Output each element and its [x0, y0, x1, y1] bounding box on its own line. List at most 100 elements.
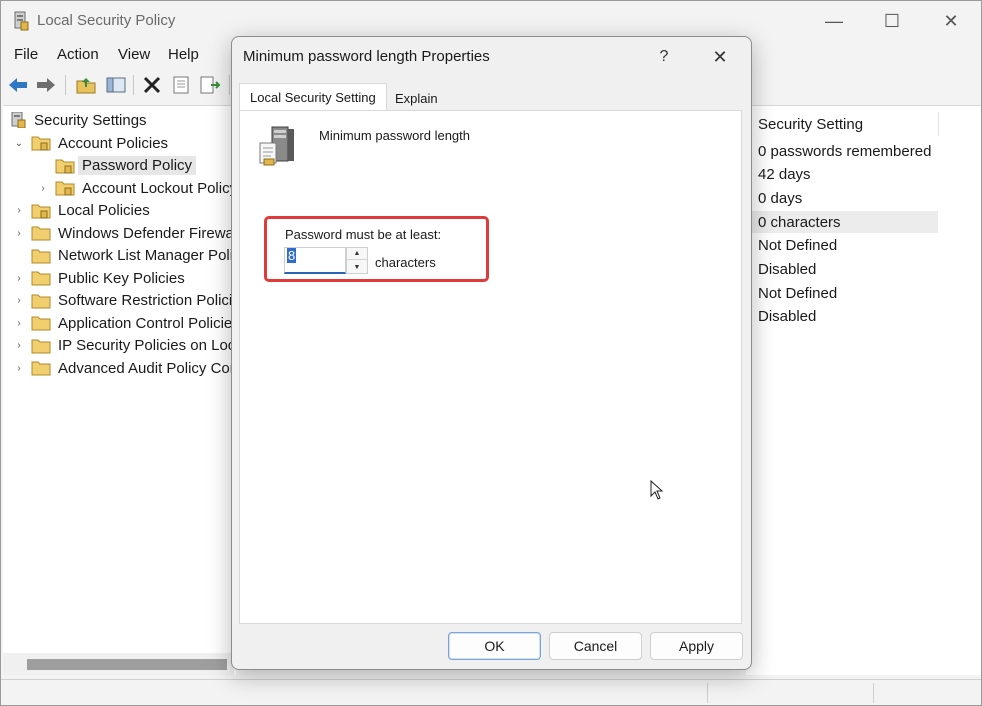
column-separator[interactable] [938, 112, 939, 136]
folder-icon [31, 226, 51, 241]
close-button[interactable]: ✕ [922, 1, 980, 41]
folder-icon [31, 271, 51, 286]
delete-icon[interactable] [141, 75, 163, 95]
setting-value-row[interactable]: Not Defined [746, 235, 938, 257]
spin-up-button[interactable]: ▲ [347, 248, 367, 260]
policy-name: Minimum password length [319, 128, 471, 143]
setting-value-row[interactable]: 0 passwords remembered [746, 140, 938, 162]
folder-icon [55, 159, 75, 173]
password-length-input[interactable]: 8 [284, 247, 346, 274]
tree-label: Account Policies [58, 134, 169, 152]
expand-chevron-icon[interactable]: › [13, 335, 25, 357]
spin-buttons: ▲ ▼ [346, 247, 368, 274]
scrollbar-thumb[interactable] [27, 659, 227, 670]
status-bar [1, 679, 981, 705]
tree-item[interactable]: › Windows Defender Firewall [13, 222, 236, 244]
tree-label: IP Security Policies on Local [58, 337, 236, 354]
horizontal-scrollbar[interactable] [3, 653, 234, 675]
maximize-button[interactable]: ☐ [863, 1, 921, 41]
folder-icon [31, 204, 51, 218]
toolbar-separator [133, 75, 134, 95]
setting-value-row[interactable]: Disabled [746, 259, 938, 281]
expand-chevron-icon[interactable]: › [13, 357, 25, 379]
status-divider [873, 683, 874, 703]
window-title: Local Security Policy [37, 12, 176, 29]
help-button[interactable]: ? [646, 43, 682, 71]
tree-item[interactable]: › Software Restriction Policie [13, 290, 236, 312]
tab-local-security-setting[interactable]: Local Security Setting [239, 83, 387, 111]
tree-label: Password Policy [78, 156, 197, 175]
folder-icon [31, 294, 51, 308]
minimize-button[interactable]: — [805, 1, 863, 41]
security-settings-icon [11, 112, 26, 128]
cancel-button[interactable]: Cancel [549, 632, 642, 660]
menu-action[interactable]: Action [57, 46, 99, 63]
expand-chevron-icon[interactable] [37, 155, 49, 177]
menu-file[interactable]: File [14, 46, 38, 63]
tree-item[interactable]: › Local Policies [13, 200, 236, 222]
folder-icon [55, 181, 75, 196]
forward-arrow-icon[interactable] [35, 75, 57, 95]
tree-item[interactable]: Network List Manager Polic [13, 245, 236, 267]
folder-icon [31, 361, 51, 376]
tree-label: Public Key Policies [58, 269, 185, 287]
export-list-icon[interactable] [199, 75, 221, 95]
unit-label: characters [375, 255, 436, 270]
tree-pane: Security Settings ⌄ Account Policies Passw… [3, 105, 236, 675]
setting-value-row[interactable]: 0 days [746, 187, 938, 209]
tree-label: Security Settings [34, 111, 147, 129]
spin-down-button[interactable]: ▼ [347, 261, 367, 273]
tree-item[interactable]: ⌄ Account Policies [13, 132, 236, 154]
expand-chevron-icon[interactable]: ⌄ [13, 132, 25, 154]
menu-view[interactable]: View [118, 46, 150, 63]
tree-label: Software Restriction Policie [58, 292, 236, 309]
apply-button[interactable]: Apply [650, 632, 743, 660]
toolbar-separator [229, 75, 230, 95]
toolbar-separator [65, 75, 66, 95]
setting-value-row[interactable]: Disabled [746, 306, 938, 328]
status-divider [707, 683, 708, 703]
column-header-security-setting[interactable]: Security Setting [758, 116, 863, 133]
tree-item[interactable]: Password Policy [13, 155, 236, 177]
setting-value-row[interactable]: 42 days [746, 164, 938, 186]
server-policy-icon [259, 126, 294, 166]
tree-label: Account Lockout Policy [82, 179, 236, 197]
expand-chevron-icon[interactable]: › [13, 267, 25, 289]
expand-chevron-icon[interactable] [13, 245, 25, 267]
title-bar: Local Security Policy — ☐ ✕ [1, 1, 981, 41]
tree-root[interactable]: Security Settings [9, 109, 229, 131]
expand-chevron-icon[interactable]: › [13, 312, 25, 334]
expand-chevron-icon[interactable]: › [37, 177, 49, 199]
tree-label: Windows Defender Firewall [58, 224, 236, 242]
dialog-title: Minimum password length Properties [243, 48, 490, 65]
tree-label: Local Policies [58, 202, 150, 219]
expand-chevron-icon[interactable]: › [13, 290, 25, 312]
ok-button[interactable]: OK [448, 632, 541, 660]
tree-label: Advanced Audit Policy Con [58, 359, 236, 377]
input-value: 8 [287, 248, 297, 263]
setting-value-row[interactable]: 0 characters [746, 211, 938, 234]
properties-dialog: Minimum password length Properties ? ✕ L… [231, 36, 752, 670]
show-hide-tree-icon[interactable] [105, 75, 127, 95]
setting-value-row[interactable]: Not Defined [746, 282, 938, 304]
menu-help[interactable]: Help [168, 46, 199, 63]
tree-label: Application Control Policies [58, 314, 236, 332]
tree-item[interactable]: › Advanced Audit Policy Con [13, 357, 236, 379]
tree-item[interactable]: › Application Control Policies [13, 312, 236, 334]
folder-icon [31, 136, 51, 151]
expand-chevron-icon[interactable]: › [13, 200, 25, 222]
tab-explain[interactable]: Explain [385, 87, 448, 111]
up-folder-icon[interactable] [75, 75, 97, 95]
tree-item[interactable]: › Public Key Policies [13, 267, 236, 289]
app-icon [14, 11, 29, 31]
mouse-cursor-icon [650, 480, 664, 500]
expand-chevron-icon[interactable]: › [13, 222, 25, 244]
folder-icon [31, 316, 51, 331]
back-arrow-icon[interactable] [7, 75, 29, 95]
tree-item[interactable]: › IP Security Policies on Local [13, 335, 236, 357]
folder-icon [31, 339, 51, 353]
tree-item[interactable]: › Account Lockout Policy [13, 177, 236, 199]
field-label: Password must be at least: [285, 227, 442, 242]
properties-icon[interactable] [170, 75, 192, 95]
dialog-close-button[interactable]: ✕ [702, 43, 738, 71]
